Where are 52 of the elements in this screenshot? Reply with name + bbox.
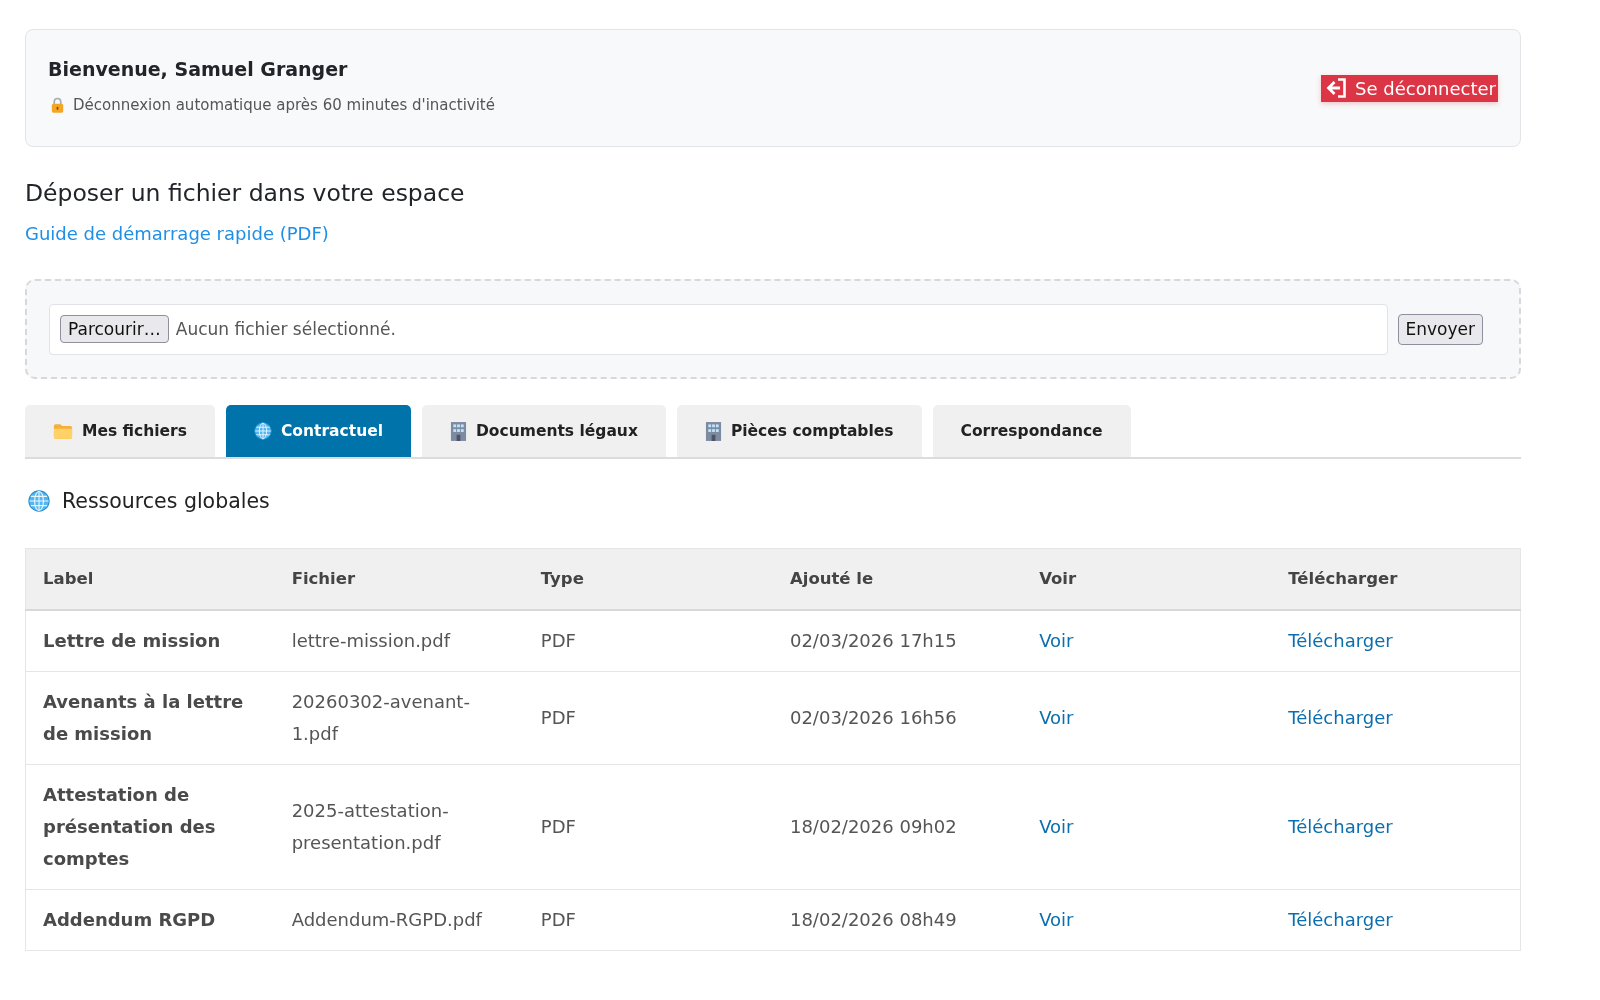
guide-link[interactable]: Guide de démarrage rapide (PDF) xyxy=(25,222,329,246)
auto-logout-notice: Déconnexion automatique après 60 minutes d'inactivité xyxy=(73,95,495,116)
download-link[interactable]: Télécharger xyxy=(1288,629,1393,651)
table-cell: Addendum RGPD xyxy=(25,889,275,950)
table-cell: Addendum-RGPD.pdf xyxy=(274,889,524,950)
tab[interactable]: Contractuel xyxy=(225,405,411,457)
table-cell: Attestation de présentation des comptes xyxy=(25,764,275,889)
table-cell: 18/02/2026 08h49 xyxy=(772,889,1023,950)
view-link[interactable]: Voir xyxy=(1039,629,1074,651)
file-status-text: Aucun fichier sélectionné. xyxy=(175,319,396,339)
file-input-field[interactable]: Parcourir… Aucun fichier sélectionné. xyxy=(49,303,1388,355)
download-link[interactable]: Télécharger xyxy=(1288,815,1393,837)
welcome-title: Bienvenue, Samuel Granger xyxy=(48,57,349,82)
tab[interactable]: Pièces comptables xyxy=(676,405,922,457)
column-header: Voir xyxy=(1022,548,1272,610)
table-cell: PDF xyxy=(523,764,773,889)
table-cell: 20260302-avenant-1.pdf xyxy=(274,671,524,764)
table-cell: Lettre de mission xyxy=(25,609,275,671)
column-header: Fichier xyxy=(274,548,524,610)
view-link[interactable]: Voir xyxy=(1039,908,1074,930)
lock-icon xyxy=(51,97,64,113)
column-header: Label xyxy=(25,548,275,610)
table-cell: PDF xyxy=(523,671,773,764)
column-header: Ajouté le xyxy=(772,548,1023,610)
upload-heading: Déposer un fichier dans votre espace xyxy=(25,178,466,208)
browse-button[interactable]: Parcourir… xyxy=(60,315,169,343)
globe-icon xyxy=(253,422,272,440)
globe-icon xyxy=(28,490,50,512)
table-cell: 02/03/2026 16h56 xyxy=(772,671,1023,764)
table-cell: Avenants à la lettre de mission xyxy=(25,671,275,764)
table-cell: 18/02/2026 09h02 xyxy=(772,764,1023,889)
logout-icon xyxy=(1325,77,1348,99)
download-link[interactable]: Télécharger xyxy=(1288,706,1393,728)
tab[interactable]: Documents légaux xyxy=(422,405,666,457)
table-cell: lettre-mission.pdf xyxy=(274,609,524,671)
download-link[interactable]: Télécharger xyxy=(1288,908,1393,930)
folder-icon xyxy=(53,422,73,440)
tab[interactable]: Correspondance xyxy=(932,405,1131,457)
table-cell: PDF xyxy=(523,609,773,671)
logout-button[interactable]: Se déconnecter xyxy=(1321,74,1498,102)
column-header: Type xyxy=(523,548,773,610)
building-icon xyxy=(450,421,467,441)
column-header: Télécharger xyxy=(1271,548,1521,610)
building-icon xyxy=(704,421,722,441)
table-cell: 2025-attestation-presentation.pdf xyxy=(274,764,524,889)
view-link[interactable]: Voir xyxy=(1039,815,1074,837)
tab[interactable]: Mes fichiers xyxy=(25,405,215,457)
section-heading: Ressources globales xyxy=(62,488,270,515)
table-cell: PDF xyxy=(523,889,773,950)
view-link[interactable]: Voir xyxy=(1039,706,1074,728)
table-cell: 02/03/2026 17h15 xyxy=(772,609,1023,671)
send-button[interactable]: Envoyer xyxy=(1397,313,1483,345)
